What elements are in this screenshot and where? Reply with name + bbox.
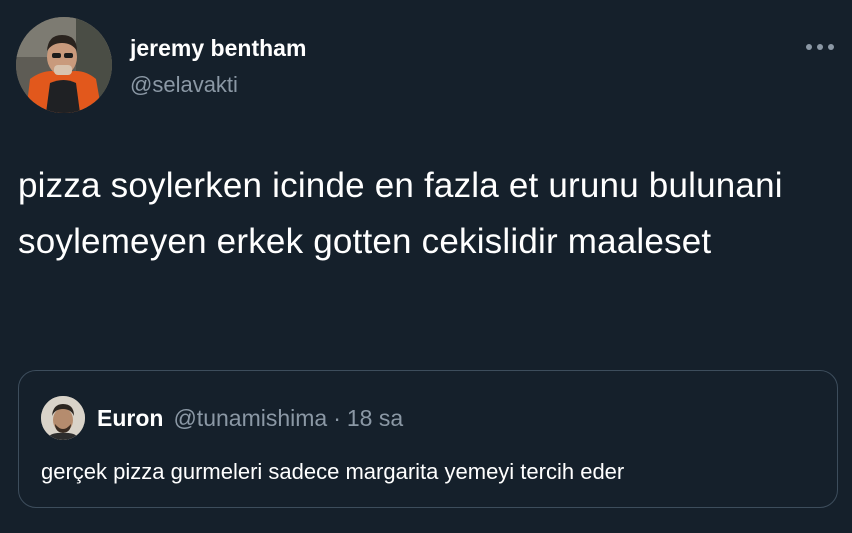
tweet-card: jeremy bentham @selavakti pizza soylerke… [0,0,852,533]
quoted-tweet-header: Euron @tunamishima · 18 sa [97,405,403,432]
author-handle[interactable]: @selavakti [130,72,238,98]
more-horizontal-icon-dot [817,44,823,50]
more-options-button[interactable] [802,36,838,58]
quoted-separator: · [333,405,341,431]
quoted-author-avatar-image [41,396,85,440]
quoted-tweet[interactable]: Euron @tunamishima · 18 sa gerçek pizza … [18,370,838,508]
quoted-tweet-text: gerçek pizza gurmeleri sadece margarita … [41,459,625,484]
author-name[interactable]: jeremy bentham [130,35,306,62]
author-avatar-image [16,17,112,113]
author-avatar[interactable] [16,17,112,113]
tweet-text: pizza soylerken icinde en fazla et urunu… [18,166,783,261]
more-horizontal-icon [806,44,812,50]
quoted-author-name[interactable]: Euron [97,405,163,432]
more-horizontal-icon-dot [828,44,834,50]
quoted-timestamp[interactable]: 18 sa [347,405,403,432]
quoted-author-avatar[interactable] [41,396,85,440]
quoted-author-handle[interactable]: @tunamishima [173,405,327,432]
